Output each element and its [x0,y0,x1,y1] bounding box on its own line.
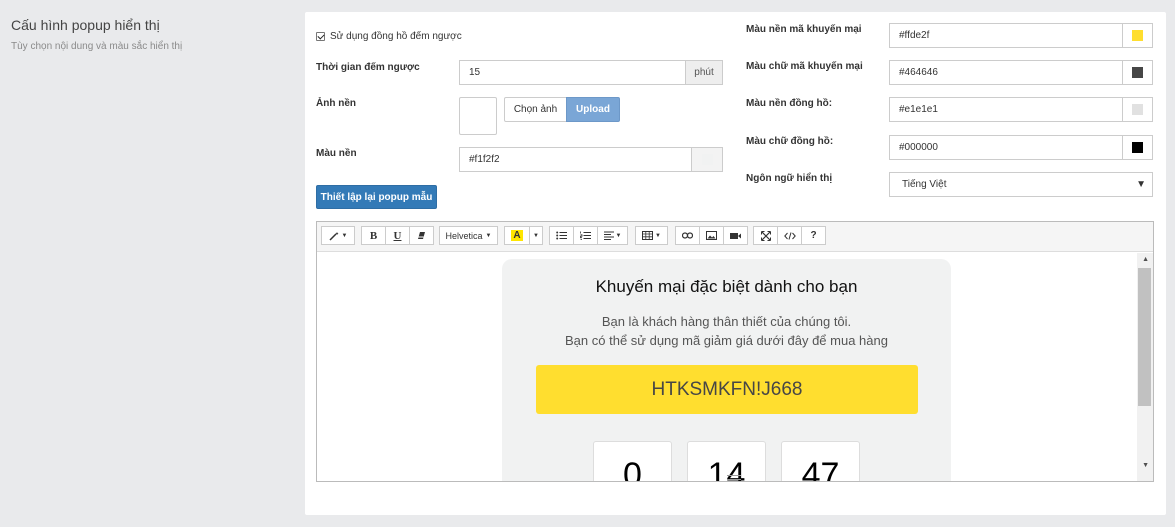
countdown-seconds: 47 [781,441,860,481]
scroll-up-icon[interactable]: ▲ [1142,256,1149,263]
bg-color-input[interactable]: #f1f2f2 [459,147,692,172]
help-button[interactable]: ? [801,226,826,245]
promo-bg-picker[interactable] [1122,23,1153,48]
font-family-dropdown[interactable]: Helvetica ▼ [439,226,498,245]
image-icon[interactable] [699,226,724,245]
promo-bg-swatch [1132,30,1143,41]
countdown-time-input[interactable]: 15 [459,60,686,85]
eraser-icon[interactable] [409,226,434,245]
editor-content[interactable]: Khuyến mại đặc biệt dành cho bạn Bạn là … [317,253,1137,481]
scroll-down-icon[interactable]: ▼ [1142,462,1149,469]
countdown-checkbox-row[interactable]: Sử dụng đồng hồ đếm ngược [316,31,462,42]
highlight-label: A [511,230,523,241]
highlight-dropdown[interactable]: ▼ [529,226,543,245]
countdown-unit-addon: phút [685,60,723,85]
clock-text-input[interactable]: #000000 [889,135,1123,160]
reset-popup-button[interactable]: Thiết lập lại popup mẫu [316,185,437,209]
underline-button[interactable]: U [385,226,410,245]
countdown-hours: 0 [593,441,672,481]
magic-wand-icon[interactable]: ▼ [321,226,355,245]
popup-preview: Khuyến mại đặc biệt dành cho bạn Bạn là … [502,259,951,481]
bg-color-label: Màu nền [316,148,357,159]
chevron-down-icon: ▼ [485,232,492,239]
bold-button[interactable]: B [361,226,386,245]
clock-bg-input[interactable]: #e1e1e1 [889,97,1123,122]
bg-color-picker[interactable] [691,147,723,172]
promo-bg-input[interactable]: #ffde2f [889,23,1123,48]
countdown-time-label: Thời gian đếm ngược [316,62,420,73]
unordered-list-icon[interactable] [549,226,574,245]
clock-bg-picker[interactable] [1122,97,1153,122]
clock-text-swatch [1132,142,1143,153]
chevron-down-icon: ▼ [533,232,539,239]
clock-bg-label: Màu nền đồng hồ: [746,98,833,109]
video-icon[interactable] [723,226,748,245]
bg-image-preview [459,97,497,135]
upload-button[interactable]: Upload [566,97,620,122]
font-family-label: Helvetica [445,230,483,241]
countdown-checkbox-label: Sử dụng đồng hồ đếm ngược [330,31,462,42]
highlight-color-button[interactable]: A [504,226,530,245]
popup-title: Khuyến mại đặc biệt dành cho bạn [595,277,858,296]
countdown-checkbox[interactable] [316,32,325,41]
popup-text-line1: Bạn là khách hàng thân thiết của chúng t… [601,314,852,329]
link-icon[interactable] [675,226,700,245]
choose-image-button[interactable]: Chọn ảnh [504,97,567,122]
clock-bg-swatch [1132,104,1143,115]
editor-scrollbar-thumb[interactable] [1138,268,1151,406]
ordered-list-icon[interactable] [573,226,598,245]
bg-color-swatch [701,154,713,165]
chevron-down-icon: ▼ [1136,179,1146,190]
promo-bg-label: Màu nền mã khuyến mại [746,24,862,35]
language-label: Ngôn ngữ hiển thị [746,173,833,184]
align-icon[interactable]: ▼ [597,226,628,245]
rich-text-editor: ▼ B U Helvetica ▼ A ▼ ▼ ▼ ? Khuyến mại đ… [316,221,1154,482]
language-select[interactable]: Tiếng Việt ▼ [889,172,1153,197]
table-icon[interactable]: ▼ [635,226,668,245]
clock-text-label: Màu chữ đồng hồ: [746,136,834,147]
clock-text-picker[interactable] [1122,135,1153,160]
section-subtitle: Tùy chọn nội dung và màu sắc hiển thị [11,41,183,52]
promo-code: HTKSMKFN!J668 [536,365,918,414]
code-view-icon[interactable] [777,226,802,245]
promo-text-input[interactable]: #464646 [889,60,1123,85]
promo-text-swatch [1132,67,1143,78]
editor-resize-handle[interactable] [727,475,741,480]
promo-text-label: Màu chữ mã khuyến mại [746,61,863,72]
bg-image-label: Ảnh nền [316,98,356,109]
section-title: Cấu hình popup hiển thị [11,17,160,33]
language-selected: Tiếng Việt [902,179,947,190]
fullscreen-icon[interactable] [753,226,778,245]
promo-text-picker[interactable] [1122,60,1153,85]
popup-text-line2: Bạn có thể sử dụng mã giảm giá dưới đây … [565,333,888,348]
editor-toolbar: ▼ B U Helvetica ▼ A ▼ ▼ ▼ ? [317,222,1153,252]
